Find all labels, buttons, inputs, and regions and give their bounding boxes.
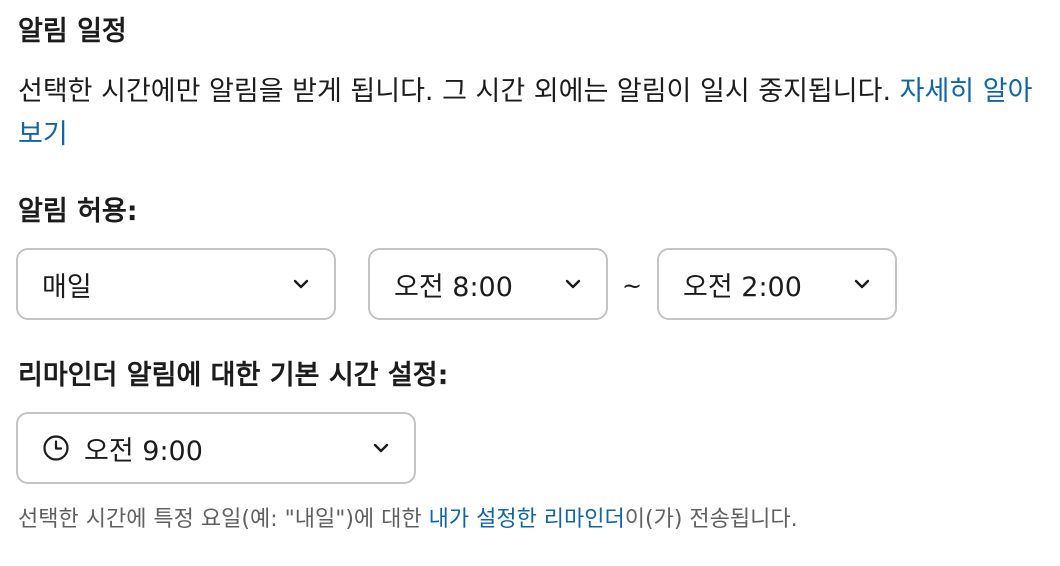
footnote-text-before: 선택한 시간에 특정 요일(예: "내일")에 대한 bbox=[18, 507, 429, 532]
chevron-down-icon bbox=[373, 443, 389, 453]
section-title: 알림 일정 bbox=[18, 16, 127, 47]
reminder-footnote: 선택한 시간에 특정 요일(예: "내일")에 대한 내가 설정한 리마인더이(… bbox=[18, 504, 798, 536]
chevron-down-icon bbox=[854, 279, 870, 289]
description-text: 선택한 시간에만 알림을 받게 됩니다. 그 시간 외에는 알림이 일시 중지됩… bbox=[18, 76, 900, 107]
start-time-value: 오전 8:00 bbox=[394, 271, 513, 303]
reminder-time-value: 오전 9:00 bbox=[84, 435, 203, 467]
chevron-down-icon bbox=[293, 279, 309, 289]
reminder-default-time-label: 리마인더 알림에 대한 기본 시간 설정: bbox=[18, 360, 449, 391]
chevron-down-icon bbox=[565, 279, 581, 289]
days-select[interactable]: 매일 bbox=[16, 248, 336, 320]
days-select-value: 매일 bbox=[42, 271, 92, 303]
clock-icon bbox=[43, 435, 69, 461]
schedule-description: 선택한 시간에만 알림을 받게 됩니다. 그 시간 외에는 알림이 일시 중지됩… bbox=[18, 70, 1038, 156]
reminder-time-select[interactable]: 오전 9:00 bbox=[16, 412, 416, 484]
end-time-value: 오전 2:00 bbox=[683, 271, 802, 303]
my-reminders-link[interactable]: 내가 설정한 리마인더 bbox=[429, 507, 625, 532]
allow-notifications-label: 알림 허용: bbox=[18, 196, 138, 227]
time-range-separator: ~ bbox=[622, 272, 643, 300]
start-time-select[interactable]: 오전 8:00 bbox=[368, 248, 608, 320]
end-time-select[interactable]: 오전 2:00 bbox=[657, 248, 897, 320]
footnote-text-after: 이(가) 전송됩니다. bbox=[624, 507, 798, 532]
